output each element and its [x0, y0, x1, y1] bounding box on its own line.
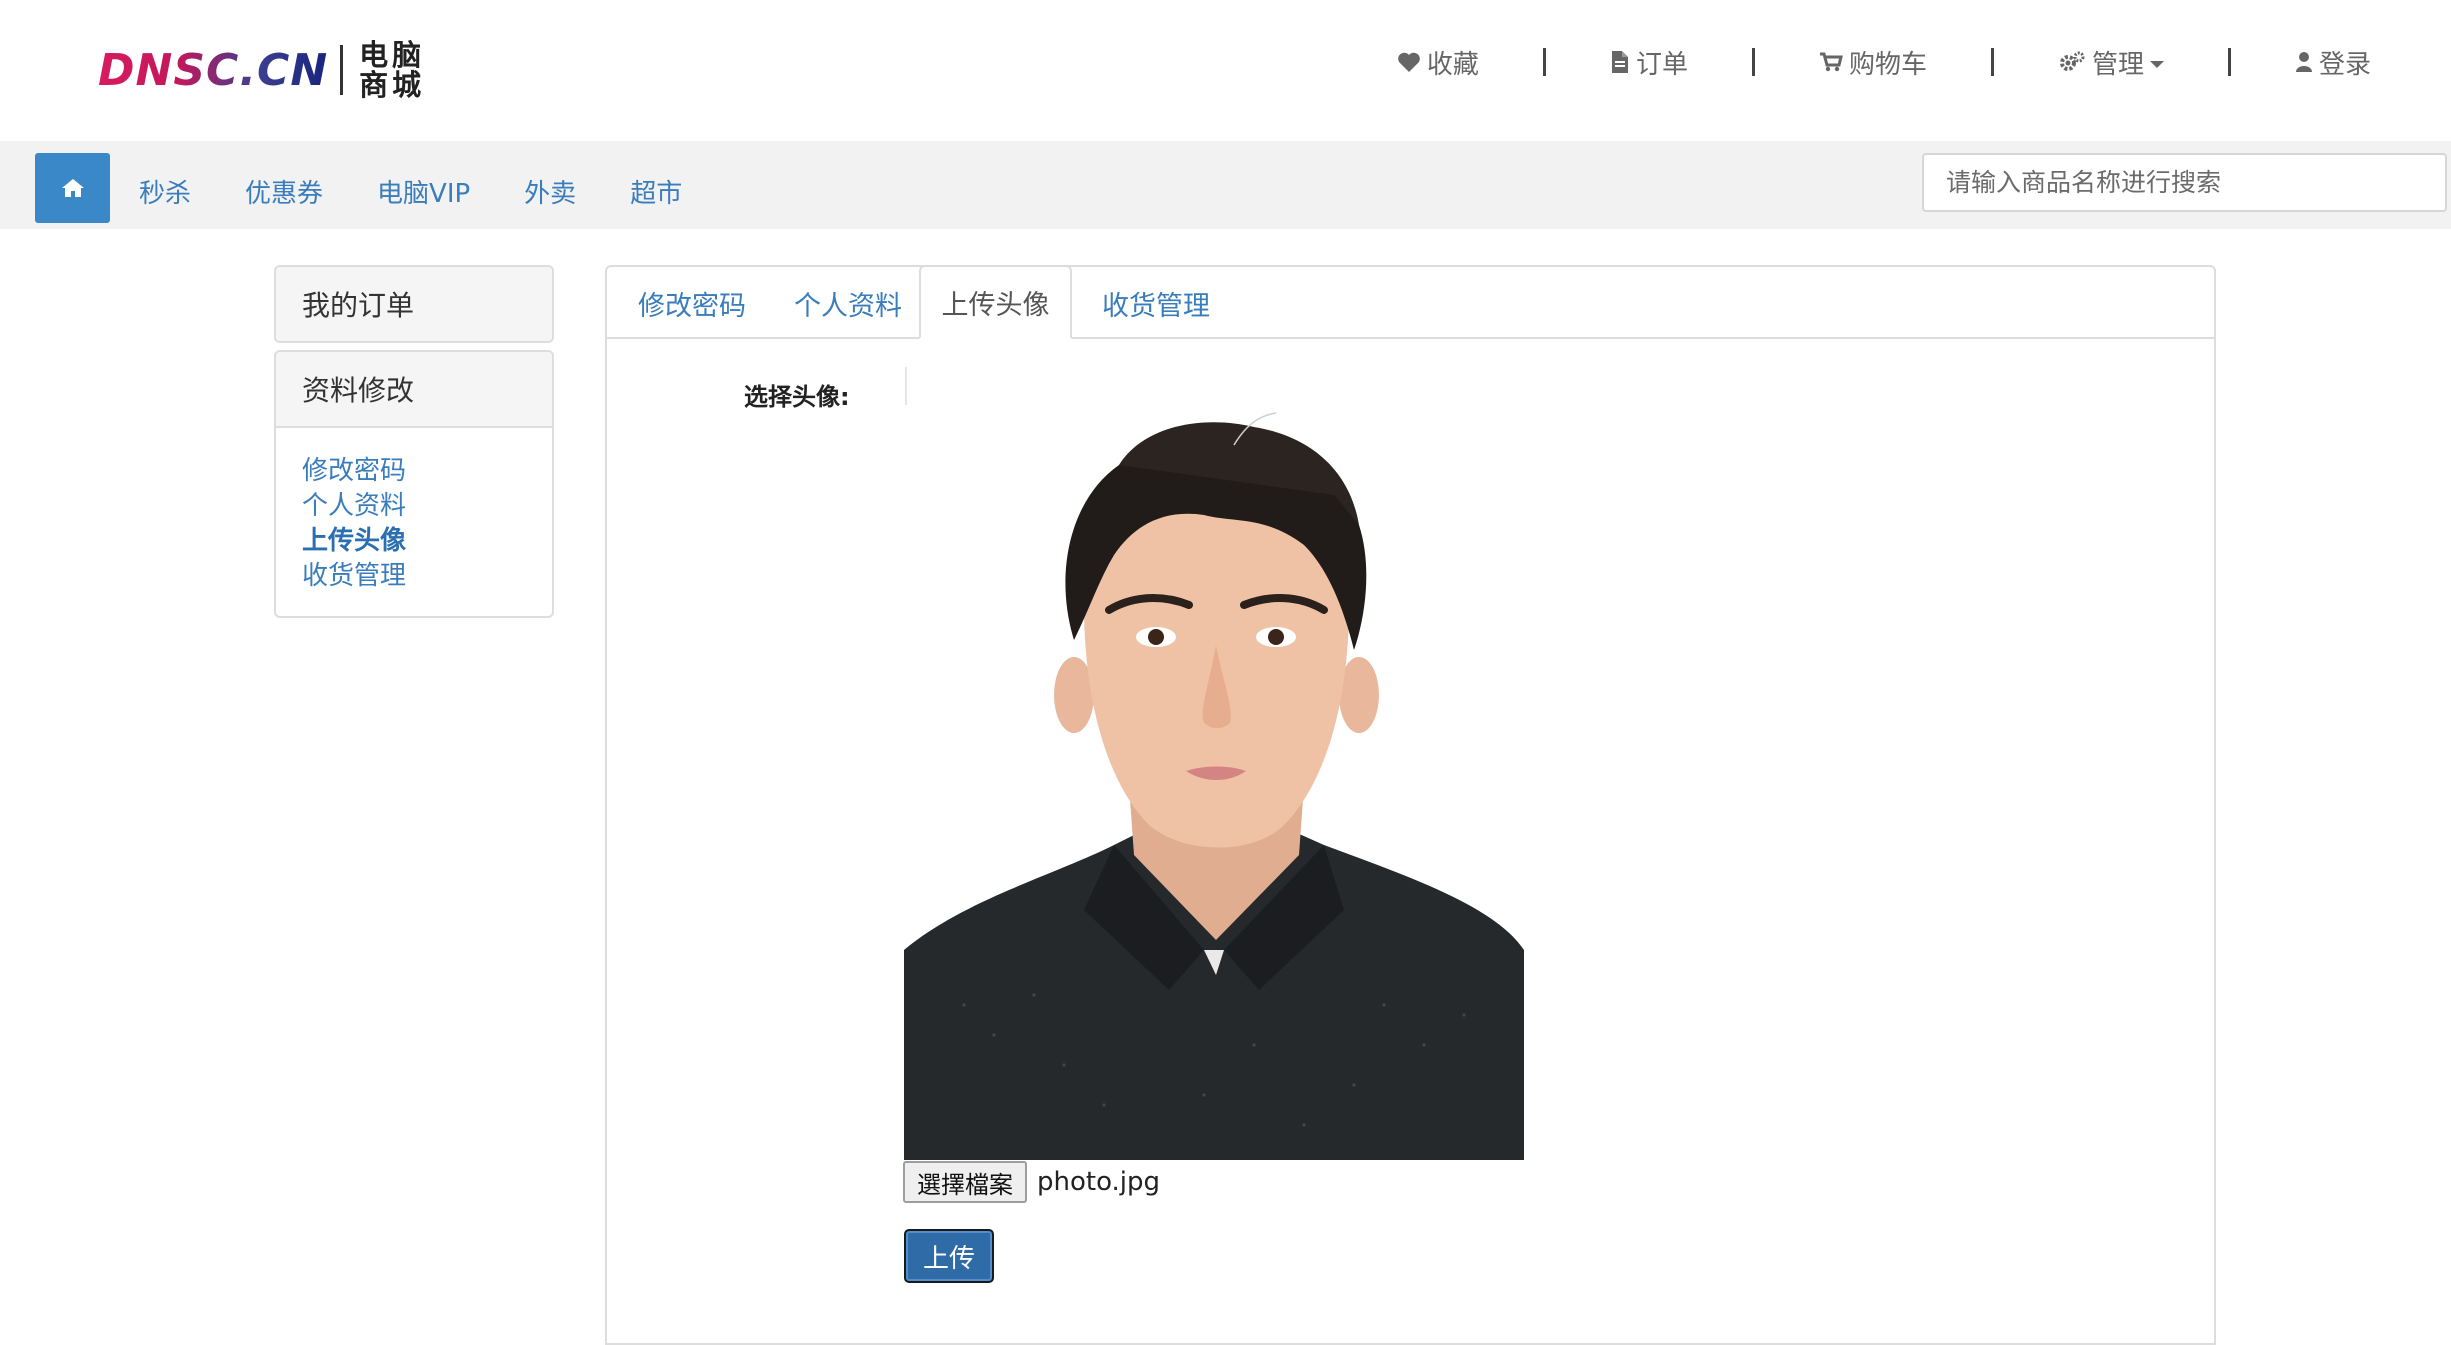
- logo-text-cn: 电脑 商城: [359, 40, 425, 100]
- logo-cn-line2: 商城: [359, 68, 426, 102]
- topnav-login-label: 登录: [2318, 49, 2371, 80]
- topnav-favorites-label: 收藏: [1426, 49, 1479, 80]
- sidebar-profile-title[interactable]: 资料修改: [276, 352, 552, 426]
- heart-icon: [1398, 52, 1420, 72]
- content-panel: 修改密码 个人资料 上传头像 收货管理 选择头像: 選擇檔案 photo.jpg…: [605, 265, 2216, 1345]
- tab-bar: 修改密码 个人资料 上传头像 收货管理: [607, 265, 2214, 339]
- nav-link-flash-sale[interactable]: 秒杀: [139, 173, 191, 210]
- home-button[interactable]: [35, 153, 110, 223]
- avatar-field-label: 选择头像:: [744, 383, 850, 411]
- choose-file-button[interactable]: 選擇檔案: [903, 1161, 1027, 1203]
- nav-link-vip[interactable]: 电脑VIP: [377, 173, 470, 210]
- tab-change-password[interactable]: 修改密码: [621, 267, 763, 339]
- selected-file-name: photo.jpg: [1037, 1167, 1161, 1197]
- logo-text-en: DNSC.CN: [98, 44, 329, 96]
- gears-icon: [2059, 51, 2085, 71]
- nav-link-supermarket[interactable]: 超市: [630, 173, 682, 210]
- navbar-links: 秒杀 优惠券 电脑VIP 外卖 超市: [139, 141, 736, 229]
- user-icon: [2295, 52, 2312, 72]
- nav-link-takeout[interactable]: 外卖: [524, 173, 576, 210]
- site-header: DNSC.CN 电脑 商城 收藏 订单 购物车 管理 登录: [0, 0, 2451, 141]
- sidebar-orders-panel: 我的订单: [274, 265, 554, 343]
- main-navbar: 秒杀 优惠券 电脑VIP 外卖 超市: [0, 141, 2451, 229]
- topnav-divider: [1751, 48, 1755, 76]
- chevron-down-icon: [2149, 60, 2164, 68]
- topnav-admin-dropdown[interactable]: 管理: [2058, 44, 2164, 81]
- topnav-login[interactable]: 登录: [2295, 44, 2371, 81]
- topnav-divider: [1990, 48, 1994, 76]
- nav-link-coupons[interactable]: 优惠券: [245, 173, 323, 210]
- sidebar-profile-links: 修改密码 个人资料 上传头像 收货管理: [276, 426, 552, 616]
- cart-icon: [1819, 52, 1843, 72]
- topnav-orders[interactable]: 订单: [1610, 44, 1688, 81]
- sidebar-orders-title[interactable]: 我的订单: [276, 267, 552, 341]
- document-icon: [1611, 51, 1628, 73]
- sidebar-item-address-management[interactable]: 收货管理: [302, 559, 552, 594]
- topnav-orders-label: 订单: [1635, 49, 1688, 80]
- tab-upload-avatar[interactable]: 上传头像: [919, 265, 1072, 339]
- sidebar-item-change-password[interactable]: 修改密码: [302, 454, 552, 489]
- site-logo[interactable]: DNSC.CN 电脑 商城: [98, 38, 425, 102]
- topnav-divider: [2227, 48, 2231, 76]
- sidebar-profile-panel: 资料修改 修改密码 个人资料 上传头像 收货管理: [274, 350, 554, 618]
- home-icon: [61, 179, 84, 197]
- topnav-cart-label: 购物车: [1848, 49, 1927, 80]
- search-input[interactable]: [1922, 153, 2447, 212]
- top-nav: 收藏 订单 购物车 管理 登录: [1397, 40, 2371, 84]
- topnav-admin-label: 管理: [2091, 49, 2144, 80]
- upload-button[interactable]: 上传: [904, 1229, 994, 1283]
- avatar-preview-image: [904, 405, 1524, 1160]
- sidebar-item-personal-info[interactable]: 个人资料: [302, 489, 552, 524]
- topnav-cart[interactable]: 购物车: [1819, 44, 1927, 81]
- logo-divider: [340, 45, 344, 95]
- sidebar-item-upload-avatar[interactable]: 上传头像: [302, 524, 552, 559]
- file-picker: 選擇檔案 photo.jpg: [903, 1161, 1160, 1203]
- logo-cn-line1: 电脑: [359, 38, 426, 72]
- topnav-divider: [1542, 48, 1546, 76]
- tab-address-management[interactable]: 收货管理: [1085, 267, 1227, 339]
- tab-personal-info[interactable]: 个人资料: [777, 267, 919, 339]
- topnav-favorites[interactable]: 收藏: [1397, 44, 1479, 81]
